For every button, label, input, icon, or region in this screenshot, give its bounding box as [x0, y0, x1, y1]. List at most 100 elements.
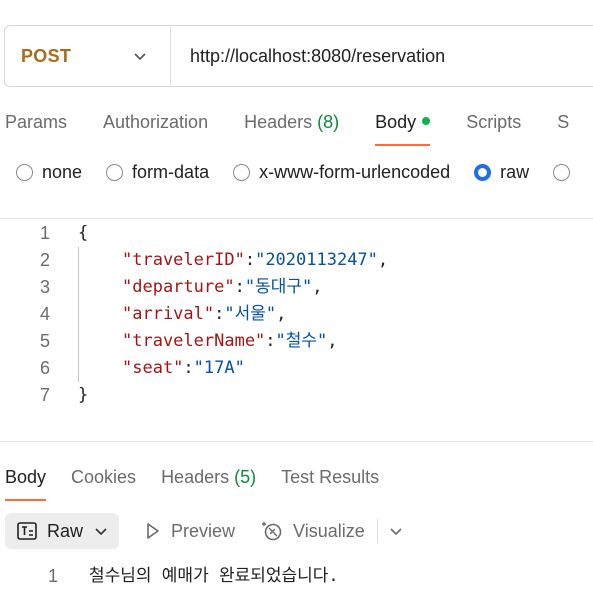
response-tab-headers-label: Headers [161, 467, 230, 487]
request-tabs: Params Authorization Headers (8) Body Sc… [5, 108, 593, 148]
line-number: 5 [39, 331, 50, 351]
code-text: { [78, 223, 89, 243]
code-line: 4 "arrival":"서울", [0, 301, 593, 328]
radio-form-data-label: form-data [132, 162, 210, 182]
radio-none-label: none [42, 162, 83, 182]
radio-urlencoded[interactable]: x-www-form-urlencoded [233, 162, 450, 183]
code-text: "travelerID":"2020113247", [122, 250, 389, 270]
code-text: "seat":"17A" [122, 358, 245, 378]
radio-urlencoded-label: x-www-form-urlencoded [259, 162, 451, 182]
method-select[interactable]: POST [5, 26, 171, 86]
body-type-radios: none form-data x-www-form-urlencoded raw [16, 162, 593, 183]
line-number: 3 [39, 277, 50, 297]
code-line: 5 "travelerName":"철수", [0, 328, 593, 355]
radio-circle[interactable] [553, 164, 571, 181]
json-key: "arrival" [122, 304, 215, 324]
visualize-label: Visualize [293, 520, 365, 541]
json-key: "departure" [122, 277, 235, 297]
response-body: 1 철수님의 예매가 완료되었습니다. [0, 562, 593, 590]
radio-circle[interactable] [16, 164, 33, 181]
tab-settings[interactable]: S [557, 108, 569, 148]
response-tab-body-label: Body [5, 467, 47, 487]
visualize-button[interactable]: Visualize [261, 520, 365, 542]
radio-circle[interactable] [106, 164, 124, 181]
tab-scripts-label: Scripts [466, 112, 522, 132]
code-line: 2 "travelerID":"2020113247", [0, 247, 593, 274]
code-text: } [78, 385, 89, 405]
tab-headers[interactable]: Headers (8) [244, 108, 339, 148]
tab-body[interactable]: Body [375, 108, 431, 148]
json-comma: , [312, 277, 323, 297]
line-number: 6 [39, 358, 50, 378]
radio-binary[interactable] [553, 164, 579, 181]
json-value: "2020113247" [255, 250, 378, 270]
preview-button[interactable]: Preview [145, 521, 235, 542]
radio-circle-selected[interactable] [474, 164, 492, 181]
chevron-down-icon [95, 528, 107, 536]
code-editor[interactable]: 1{ 2 "travelerID":"2020113247", 3 "departu… [0, 220, 593, 409]
radio-form-data[interactable]: form-data [106, 162, 209, 183]
json-comma: , [276, 304, 287, 324]
json-key: "travelerID" [122, 250, 245, 270]
json-value: "17A" [193, 358, 245, 378]
response-headers-count: (5) [234, 467, 257, 487]
radio-raw[interactable]: raw [474, 162, 529, 183]
line-number: 1 [39, 223, 50, 243]
code-line: 3 "departure":"동대구", [0, 274, 593, 301]
code-line: 7} [0, 382, 593, 409]
preview-label: Preview [171, 520, 236, 541]
response-line-number: 1 [48, 566, 59, 586]
json-value: "철수" [275, 331, 328, 351]
method-label: POST [21, 45, 72, 66]
radio-none[interactable]: none [16, 162, 82, 183]
json-value: "서울" [224, 304, 277, 324]
body-indicator-dot [422, 117, 431, 125]
tab-authorization[interactable]: Authorization [103, 108, 208, 148]
tab-params[interactable]: Params [5, 108, 67, 148]
toolbar-separator [376, 519, 378, 543]
response-tabs: Body Cookies Headers (5) Test Results [5, 463, 404, 503]
raw-format-button[interactable]: Raw [5, 513, 120, 549]
play-icon [147, 523, 159, 539]
divider [0, 218, 593, 219]
tab-authorization-label: Authorization [103, 112, 209, 132]
visualize-icon [262, 522, 282, 541]
line-number: 7 [39, 385, 50, 405]
json-comma: , [377, 250, 389, 270]
json-key: "travelerName" [122, 331, 266, 351]
raw-label: Raw [47, 520, 84, 541]
json-key: "seat" [122, 358, 184, 378]
text-format-icon [17, 522, 37, 540]
tab-params-label: Params [5, 112, 68, 132]
tab-scripts[interactable]: Scripts [466, 108, 521, 148]
response-tab-headers[interactable]: Headers (5) [161, 463, 256, 501]
url-input[interactable]: http://localhost:8080/reservation [171, 46, 445, 67]
divider [0, 441, 593, 442]
response-tab-test-results[interactable]: Test Results [281, 463, 379, 501]
code-text: "travelerName":"철수", [122, 331, 338, 351]
request-bar: POST http://localhost:8080/reservation [4, 25, 593, 87]
response-toolbar: Raw Preview Visualize [5, 513, 404, 549]
chevron-down-icon [134, 53, 146, 61]
response-text: 철수님의 예매가 완료되었습니다. [89, 566, 339, 586]
code-text: "departure":"동대구", [122, 277, 323, 297]
line-number: 2 [39, 250, 50, 270]
indent-guide [78, 247, 79, 382]
radio-raw-label: raw [500, 162, 530, 182]
code-text: "arrival":"서울", [122, 304, 287, 324]
radio-circle[interactable] [233, 164, 251, 181]
code-line: 1{ [0, 220, 593, 247]
response-tab-body[interactable]: Body [5, 463, 47, 501]
tab-settings-label: S [557, 112, 570, 132]
response-tab-cookies-label: Cookies [71, 467, 137, 487]
tab-body-label: Body [375, 112, 417, 132]
response-tab-cookies[interactable]: Cookies [71, 463, 136, 501]
json-value: "동대구" [244, 277, 313, 297]
headers-count: (8) [317, 112, 340, 132]
tab-headers-label: Headers [244, 112, 313, 132]
line-number: 4 [39, 304, 50, 324]
response-tab-test-results-label: Test Results [281, 467, 380, 487]
chevron-down-icon[interactable] [388, 523, 404, 539]
json-comma: , [327, 331, 338, 351]
code-line: 6 "seat":"17A" [0, 355, 593, 382]
